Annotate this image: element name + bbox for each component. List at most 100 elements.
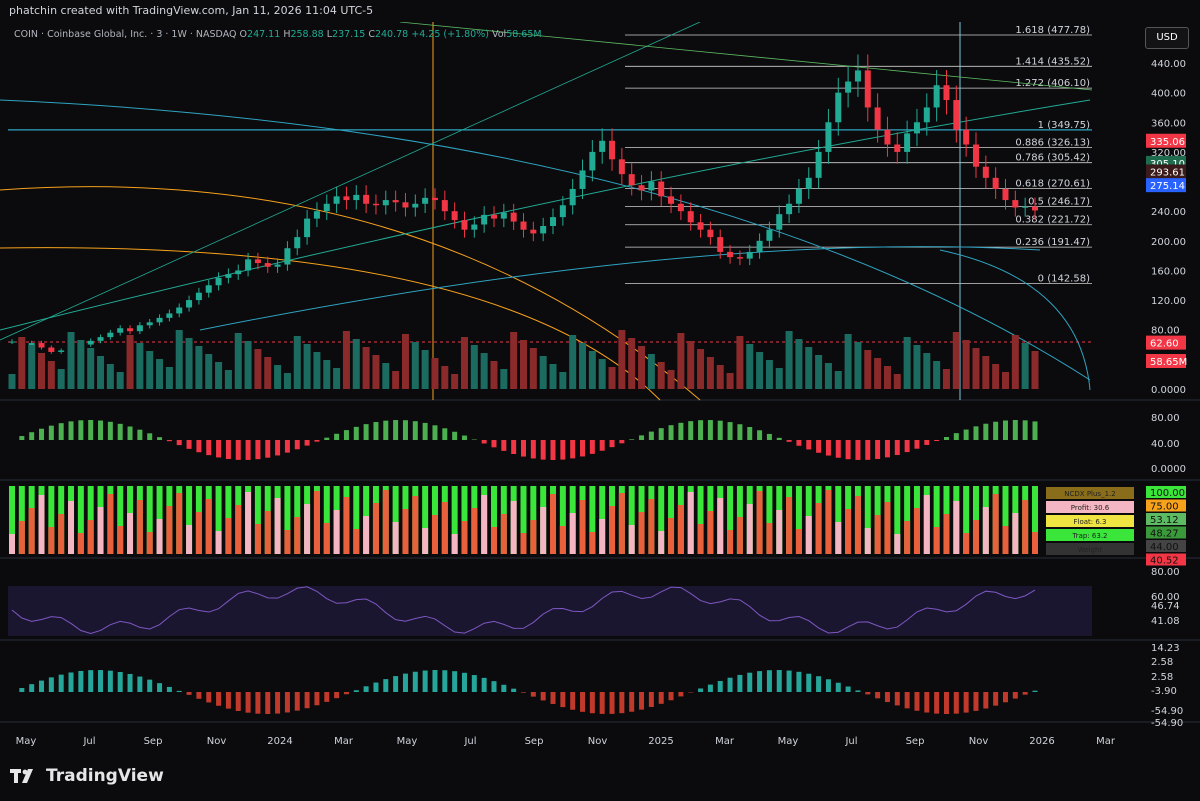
candle-body xyxy=(776,214,783,230)
volume-bar xyxy=(274,365,282,389)
osc4-bar xyxy=(580,692,586,712)
osc2-bar xyxy=(97,507,104,554)
candle-body xyxy=(717,237,724,252)
osc1-bar xyxy=(619,440,625,444)
osc2-bar xyxy=(481,495,488,554)
osc1-tick: 0.0000 xyxy=(1151,464,1186,475)
tradingview-logo[interactable]: TradingView xyxy=(10,766,164,786)
volume-bar xyxy=(67,332,75,389)
time-label: 2025 xyxy=(648,736,673,747)
candle-body xyxy=(481,214,488,225)
osc4-bar xyxy=(1022,692,1028,695)
osc1-bar xyxy=(894,440,900,456)
osc2-tick: 100.00 xyxy=(1150,488,1185,499)
candle-body xyxy=(412,203,419,208)
osc2-bar xyxy=(510,501,517,554)
osc2-bar xyxy=(589,532,596,554)
volume-bar xyxy=(38,353,46,389)
currency-button[interactable]: USD xyxy=(1145,27,1189,49)
osc1-bar xyxy=(737,424,743,440)
osc2-bar xyxy=(795,529,802,554)
osc2-bar xyxy=(490,527,497,554)
volume-bar xyxy=(569,335,577,389)
candle-body xyxy=(136,325,143,332)
volume-bar xyxy=(342,331,350,389)
osc4-bar xyxy=(698,688,704,692)
volume-bar xyxy=(805,347,813,389)
volume-bar xyxy=(97,356,105,389)
osc1-bar xyxy=(757,430,763,440)
candle-body xyxy=(913,122,920,134)
osc1-bar xyxy=(796,440,802,446)
osc1-bar xyxy=(580,440,586,457)
osc4-bar xyxy=(1012,692,1018,699)
candle-body xyxy=(540,226,547,234)
candle-body xyxy=(392,200,399,203)
osc1-bar xyxy=(452,431,458,440)
osc2-bar xyxy=(471,508,478,554)
osc3-tick: 41.08 xyxy=(1151,616,1180,627)
time-label: 2026 xyxy=(1029,736,1054,747)
osc2-bar xyxy=(982,507,989,554)
candle-body xyxy=(923,107,930,123)
volume-bar xyxy=(77,340,85,389)
osc4-bar xyxy=(973,692,979,711)
osc4-bar xyxy=(29,684,35,692)
osc4-bar xyxy=(953,692,959,714)
osc1-bar xyxy=(865,440,871,460)
osc4-bar xyxy=(196,692,202,699)
volume-bar xyxy=(490,361,498,389)
candle-body xyxy=(451,211,458,221)
osc4-bar xyxy=(678,692,684,697)
volume-bar xyxy=(549,364,557,389)
volume-bar xyxy=(28,345,36,389)
candle-body xyxy=(1002,188,1009,201)
osc4-bar xyxy=(491,681,497,692)
time-label: Nov xyxy=(969,736,989,747)
volume-bar xyxy=(687,341,695,389)
candle-body xyxy=(677,203,684,212)
osc4-bar xyxy=(19,688,25,692)
osc1-bar xyxy=(953,433,959,440)
candle-body xyxy=(245,259,252,271)
volume-bar xyxy=(746,344,754,389)
osc1-bar xyxy=(235,440,241,460)
osc4-bar xyxy=(845,686,851,692)
volume-bar xyxy=(883,366,891,389)
candle-body xyxy=(786,203,793,215)
osc1-bar xyxy=(353,426,359,440)
osc4-bar xyxy=(737,674,743,692)
candle-body xyxy=(294,237,301,249)
chart-canvas[interactable]: 1.618 (477.78)1.414 (435.52)1.272 (406.1… xyxy=(0,0,1200,801)
osc1-bar xyxy=(147,433,153,440)
candle-body xyxy=(904,133,911,152)
candle-body xyxy=(58,350,65,352)
candle-body xyxy=(982,166,989,178)
osc2-bar xyxy=(333,510,340,554)
price-badge-text: 293.61 xyxy=(1150,167,1185,178)
time-label: Jul xyxy=(82,736,95,747)
candle-body xyxy=(1032,206,1038,211)
volume-bar xyxy=(1001,372,1009,389)
osc2-bar xyxy=(186,525,193,554)
osc1-bar xyxy=(216,440,222,458)
volume-bar xyxy=(165,367,173,389)
time-label: May xyxy=(778,736,799,747)
osc1-bar xyxy=(530,440,536,459)
candle-body xyxy=(972,144,979,167)
osc4-bar xyxy=(894,692,900,706)
candle-body xyxy=(97,337,104,341)
candle-body xyxy=(343,196,350,201)
osc1-bar xyxy=(196,440,202,453)
osc2-bar xyxy=(648,499,655,554)
osc2-bar xyxy=(923,495,930,554)
osc2-bar xyxy=(225,518,232,554)
osc4-bar xyxy=(88,670,94,692)
price-tick: 0.0000 xyxy=(1151,385,1186,396)
candle-body xyxy=(225,274,232,278)
legend-change: +4.25 (+1.80%) xyxy=(411,29,489,40)
fib-label: 1.618 (477.78) xyxy=(1015,25,1090,36)
candle-body xyxy=(648,181,655,191)
osc3-tick: 80.00 xyxy=(1151,567,1180,578)
price-badge-text: 335.06 xyxy=(1150,137,1185,148)
